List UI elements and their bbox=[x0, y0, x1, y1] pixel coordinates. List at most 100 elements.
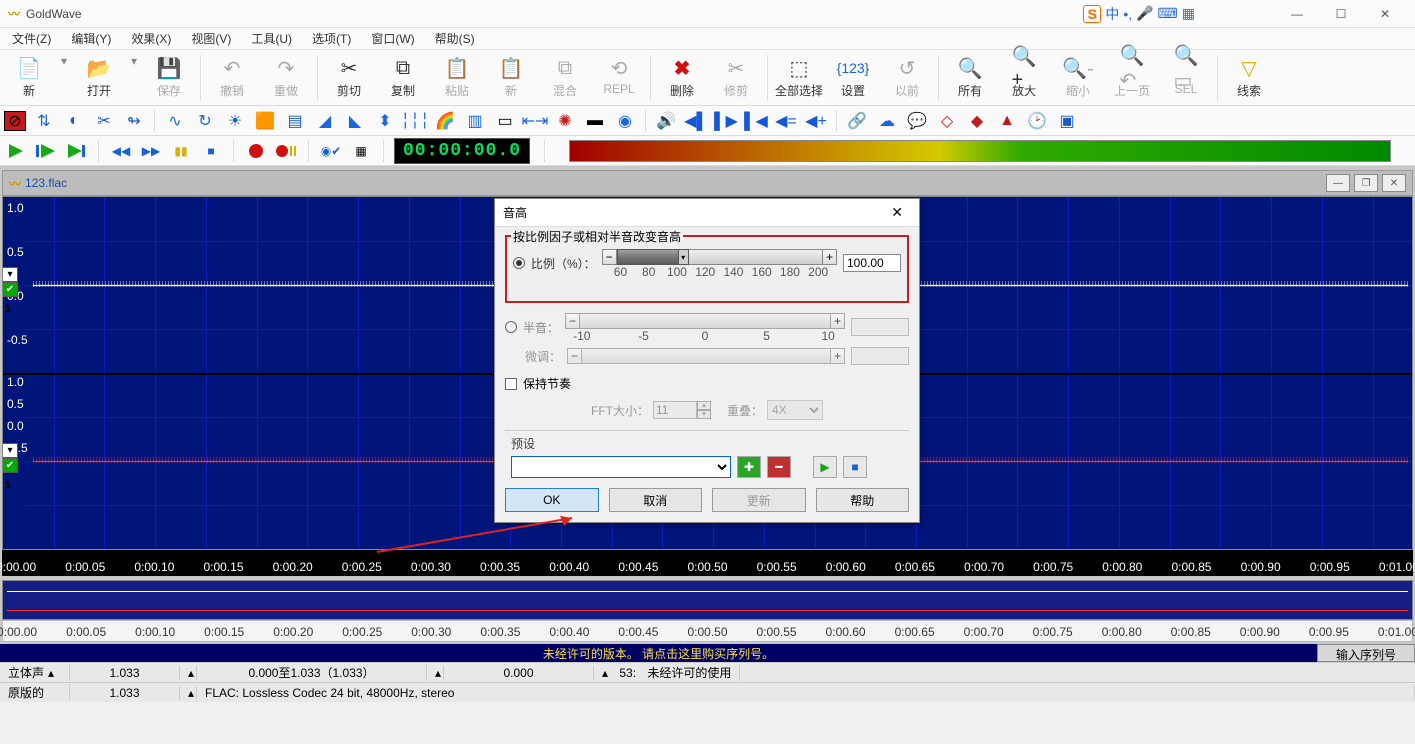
enter-serial-button[interactable]: 输入序列号 bbox=[1317, 644, 1415, 662]
slider-plus-button[interactable]: + bbox=[822, 250, 836, 264]
slider-minus-button[interactable]: − bbox=[566, 314, 580, 328]
menu-item[interactable]: 文件(Z) bbox=[4, 28, 59, 49]
semitone-slider[interactable]: − + bbox=[565, 313, 845, 329]
doc-close-button[interactable]: ✕ bbox=[1382, 174, 1406, 192]
compress-w-icon[interactable]: ⇤⇥ bbox=[523, 109, 547, 133]
slider-minus-button[interactable]: − bbox=[603, 250, 617, 264]
ok-button[interactable]: OK bbox=[505, 488, 599, 512]
preset-select[interactable] bbox=[511, 456, 731, 478]
menu-item[interactable]: 视图(V) bbox=[183, 28, 239, 49]
semitone-radio[interactable] bbox=[505, 321, 517, 333]
preset-stop-button[interactable]: ■ bbox=[843, 456, 867, 478]
maximize-button[interactable]: ☐ bbox=[1319, 0, 1363, 28]
chat-icon[interactable]: 💬 bbox=[905, 109, 929, 133]
play-end-button[interactable] bbox=[64, 139, 88, 163]
fade-out-icon[interactable]: ◣ bbox=[343, 109, 367, 133]
dropdown-arrow-icon[interactable]: ▴ bbox=[435, 666, 441, 680]
file-new-button[interactable]: 📄新 bbox=[2, 54, 56, 101]
play-button[interactable] bbox=[4, 139, 28, 163]
clock-icon[interactable]: 🕑 bbox=[1025, 109, 1049, 133]
equalizer-icon[interactable]: ╎╎╎ bbox=[403, 109, 427, 133]
slider-plus-button[interactable]: + bbox=[830, 314, 844, 328]
vol-left-icon[interactable]: 🔊 bbox=[654, 109, 678, 133]
menu-item[interactable]: 选项(T) bbox=[304, 28, 359, 49]
license-text[interactable]: 未经许可的版本。 请点击这里购买序列号。 bbox=[0, 645, 1317, 662]
folder-open-button[interactable]: 📂打开 bbox=[72, 54, 126, 101]
select-all-button[interactable]: ⬚全部选择 bbox=[772, 54, 826, 101]
cloud-icon[interactable]: ☁ bbox=[875, 109, 899, 133]
preset-remove-button[interactable]: ━ bbox=[767, 456, 791, 478]
stop-red-icon[interactable]: ⊘ bbox=[4, 111, 26, 131]
scale-value-input[interactable] bbox=[843, 254, 901, 272]
dropdown-arrow-icon[interactable]: ▾ bbox=[56, 54, 72, 68]
scale-slider[interactable]: − ▾ + bbox=[602, 249, 837, 265]
diamond2-icon[interactable]: ◆ bbox=[965, 109, 989, 133]
preset-play-button[interactable]: ▶ bbox=[813, 456, 837, 478]
settings-button[interactable]: {123}设置 bbox=[826, 54, 880, 101]
minimize-button[interactable]: — bbox=[1275, 0, 1319, 28]
help-button[interactable]: 帮助 bbox=[816, 488, 910, 512]
triangle-icon[interactable]: ▲ bbox=[995, 109, 1019, 133]
preset-add-button[interactable]: ✚ bbox=[737, 456, 761, 478]
sun-icon[interactable]: ☀ bbox=[223, 109, 247, 133]
rewind-button[interactable]: ◀◀ bbox=[109, 139, 133, 163]
palette-icon[interactable]: 🟧 bbox=[253, 109, 277, 133]
menu-item[interactable]: 帮助(S) bbox=[427, 28, 483, 49]
overview-waveform[interactable] bbox=[2, 580, 1413, 620]
license-bar[interactable]: 未经许可的版本。 请点击这里购买序列号。 输入序列号 bbox=[0, 644, 1415, 662]
record-button[interactable] bbox=[244, 139, 268, 163]
ime-indicator[interactable]: S 中 •, 🎤 ⌨ ▦ bbox=[1083, 4, 1195, 24]
shuffle-icon[interactable]: ⇅ bbox=[32, 109, 56, 133]
zoom-all-button[interactable]: 🔍所有 bbox=[943, 54, 997, 101]
timeline-overview[interactable]: 0:00.000:00.050:00.100:00.150:00.200:00.… bbox=[2, 620, 1413, 642]
dropdown-arrow-icon[interactable]: ▴ bbox=[188, 686, 194, 700]
stop-button[interactable]: ■ bbox=[199, 139, 223, 163]
vol-plus-icon[interactable]: ◀+ bbox=[804, 109, 828, 133]
pause-button[interactable]: ▮▮ bbox=[169, 139, 193, 163]
menu-item[interactable]: 效果(X) bbox=[123, 28, 179, 49]
zoom-in-button[interactable]: 🔍+放大 bbox=[997, 54, 1051, 101]
vol-line-icon[interactable]: ▌◀ bbox=[744, 109, 768, 133]
dropdown-arrow-icon[interactable]: ▴ bbox=[602, 666, 608, 680]
close-button[interactable]: ✕ bbox=[1363, 0, 1407, 28]
copy-button[interactable]: ⧉复制 bbox=[376, 54, 430, 101]
cut-button[interactable]: ✂剪切 bbox=[322, 54, 376, 101]
globe-icon[interactable]: ◉ bbox=[613, 109, 637, 133]
doc-restore-button[interactable]: ❐ bbox=[1354, 174, 1378, 192]
spectrum-icon[interactable]: 🌈 bbox=[433, 109, 457, 133]
sine-icon[interactable]: ∿ bbox=[163, 109, 187, 133]
props-button[interactable]: ▦ bbox=[349, 139, 373, 163]
gradient-icon[interactable]: ▭ bbox=[493, 109, 517, 133]
dropdown-arrow-icon[interactable]: ▴ bbox=[48, 666, 54, 680]
columns-icon[interactable]: ▥ bbox=[463, 109, 487, 133]
link-icon[interactable]: 🔗 bbox=[845, 109, 869, 133]
burst-icon[interactable]: ✺ bbox=[553, 109, 577, 133]
menu-item[interactable]: 工具(U) bbox=[243, 28, 300, 49]
scale-radio[interactable] bbox=[513, 257, 525, 269]
update-button[interactable]: 更新 bbox=[712, 488, 806, 512]
bars-icon[interactable]: ▤ bbox=[283, 109, 307, 133]
preserve-tempo-checkbox[interactable] bbox=[505, 378, 517, 390]
fade-in-icon[interactable]: ◢ bbox=[313, 109, 337, 133]
dropdown-arrow-icon[interactable]: ▾ bbox=[126, 54, 142, 68]
menu-item[interactable]: 编辑(Y) bbox=[63, 28, 119, 49]
diamond-icon[interactable]: ◇ bbox=[935, 109, 959, 133]
vol-flag-icon[interactable]: ▌▶ bbox=[714, 109, 738, 133]
cue-button[interactable]: ▽线索 bbox=[1222, 54, 1276, 101]
record-pause-button[interactable] bbox=[274, 139, 298, 163]
forward-button[interactable]: ▶▶ bbox=[139, 139, 163, 163]
toggle-a-button[interactable]: ◉✔ bbox=[319, 139, 343, 163]
timeline-main[interactable]: 0:00.000:00.050:00.100:00.150:00.200:00.… bbox=[2, 550, 1413, 576]
window-icon[interactable]: ▣ bbox=[1055, 109, 1079, 133]
cancel-button[interactable]: 取消 bbox=[609, 488, 703, 512]
delete-button[interactable]: ✖删除 bbox=[655, 54, 709, 101]
dropdown-arrow-icon[interactable]: ▴ bbox=[188, 666, 194, 680]
wave-arrow-icon[interactable]: ↬ bbox=[122, 109, 146, 133]
cut-x-icon[interactable]: ✂ bbox=[92, 109, 116, 133]
dialog-titlebar[interactable]: 音高 ✕ bbox=[495, 199, 919, 227]
rainbow-bar-icon[interactable]: ▬ bbox=[583, 109, 607, 133]
menu-item[interactable]: 窗口(W) bbox=[363, 28, 422, 49]
dialog-close-button[interactable]: ✕ bbox=[883, 202, 911, 223]
vol-arrow-icon[interactable]: ◀▌ bbox=[684, 109, 708, 133]
orbit-icon[interactable]: ◐ bbox=[62, 109, 86, 133]
